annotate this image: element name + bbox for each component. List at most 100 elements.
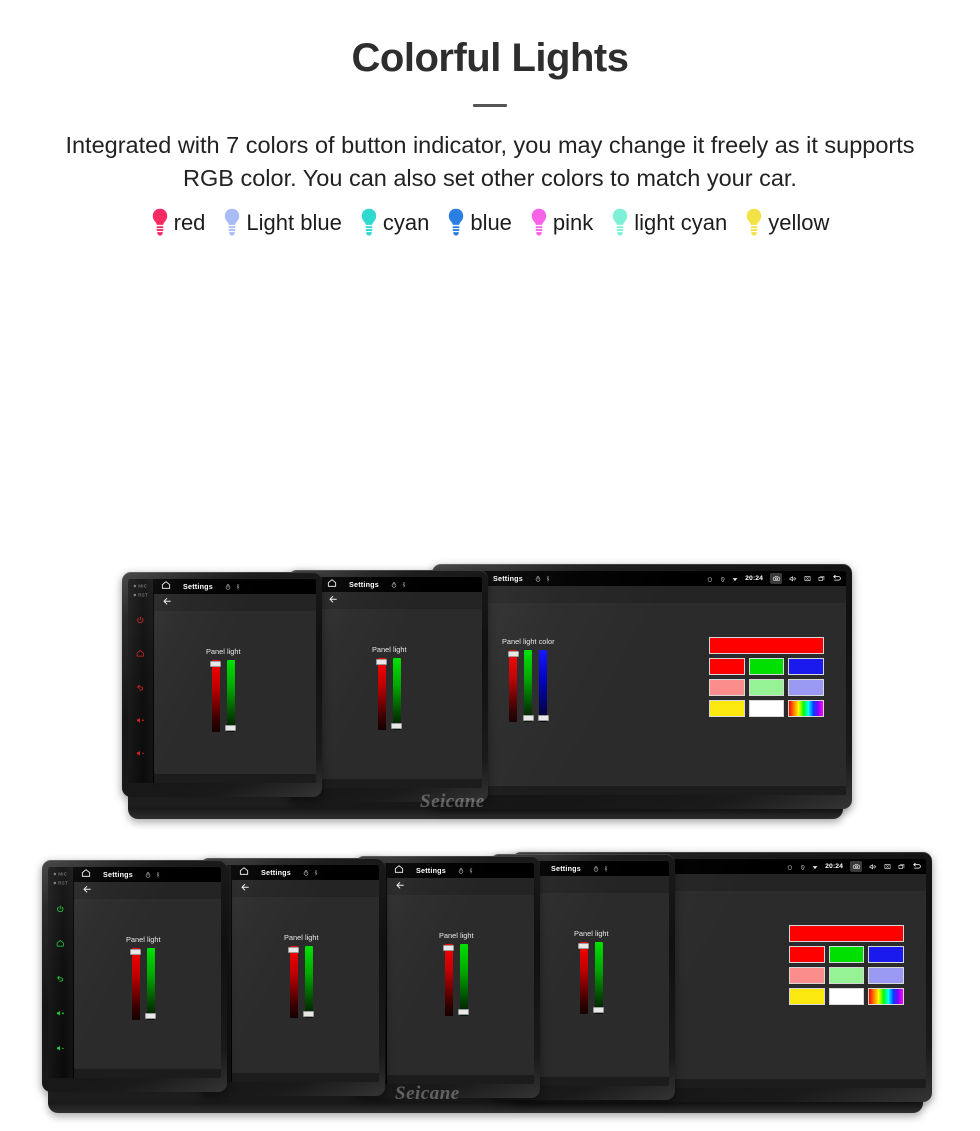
unit-yellow[interactable]: MICRSTSettings20:24Panel light color xyxy=(432,563,852,809)
recent-apps-button[interactable] xyxy=(818,571,825,588)
rgb-sliders[interactable] xyxy=(284,945,319,1018)
side-key-power[interactable] xyxy=(56,900,65,918)
recent-apps-button[interactable] xyxy=(898,859,905,876)
unit-cyan[interactable]: MICRSTSettingsPanel light xyxy=(200,857,385,1096)
palette-swatch-r1c1[interactable] xyxy=(748,678,785,696)
screen-content[interactable]: Panel light xyxy=(154,610,316,774)
status-bar-left[interactable]: Settings xyxy=(239,865,319,882)
screen-content[interactable]: Panel light xyxy=(320,608,482,779)
side-key-strip[interactable]: MIC RST xyxy=(128,578,154,783)
device-face[interactable]: MICRSTSettings20:24Panel light color xyxy=(438,570,846,795)
unit-green[interactable]: MIC RST Settings Panel light xyxy=(42,859,227,1092)
slider-red[interactable] xyxy=(288,945,300,1018)
side-key-volume-down[interactable] xyxy=(56,1039,65,1057)
slider-green[interactable] xyxy=(145,947,157,1020)
status-bar-left[interactable]: Settings xyxy=(394,863,474,880)
device-face[interactable]: MICRSTSettingsPanel light xyxy=(206,864,379,1082)
status-bar-left[interactable]: Settings xyxy=(81,867,161,884)
palette-swatch-r1c0[interactable] xyxy=(709,678,745,696)
screenshot-camera-button[interactable] xyxy=(850,860,862,872)
side-key-back[interactable] xyxy=(136,678,145,696)
device-screen[interactable]: Settings Panel light xyxy=(387,862,534,1084)
slider-thumb-green[interactable] xyxy=(225,724,237,731)
slider-thumb-red[interactable] xyxy=(507,650,519,657)
palette-swatch-r2c2[interactable] xyxy=(868,987,905,1005)
rgb-slider-group[interactable]: Panel light xyxy=(284,933,319,1018)
status-bar-right[interactable]: 20:24 xyxy=(707,571,841,586)
slider-red[interactable] xyxy=(443,943,455,1016)
palette-swatch-r0c2[interactable] xyxy=(868,945,905,963)
color-palette[interactable] xyxy=(789,924,905,1005)
volume-button[interactable] xyxy=(789,571,797,588)
slider-red[interactable] xyxy=(376,657,388,730)
back-arrow-button[interactable] xyxy=(328,591,339,609)
device-screen[interactable]: Settings Panel light xyxy=(522,860,669,1086)
slider-thumb-green[interactable] xyxy=(391,722,403,729)
palette-swatch-r0c0[interactable] xyxy=(789,945,825,963)
palette-swatch-r1c2[interactable] xyxy=(868,966,905,984)
rgb-sliders[interactable] xyxy=(439,943,474,1016)
close-app-button[interactable] xyxy=(884,859,891,876)
palette-swatch-r2c0[interactable] xyxy=(789,987,825,1005)
rgb-sliders[interactable] xyxy=(126,947,161,1020)
slider-thumb-red[interactable] xyxy=(288,946,300,953)
nav-back-button[interactable] xyxy=(912,859,922,876)
side-key-volume-up[interactable] xyxy=(56,1005,65,1023)
slider-thumb-green[interactable] xyxy=(303,1010,315,1017)
back-arrow-button[interactable] xyxy=(395,877,406,895)
slider-thumb-red[interactable] xyxy=(210,660,222,667)
device-face[interactable]: MICRST Settings Panel light xyxy=(48,866,221,1078)
nav-back-button[interactable] xyxy=(832,571,842,588)
slider-red[interactable] xyxy=(210,659,222,732)
slider-thumb-red[interactable] xyxy=(443,944,455,951)
slider-thumb-green[interactable] xyxy=(522,714,534,721)
back-arrow-button[interactable] xyxy=(162,593,173,611)
rgb-slider-group[interactable]: Panel light xyxy=(206,647,241,732)
side-keys[interactable] xyxy=(56,890,65,1078)
rgb-slider-group[interactable]: Panel light color xyxy=(502,637,555,722)
palette-preview[interactable] xyxy=(789,924,904,942)
home-button[interactable] xyxy=(239,865,249,882)
slider-green[interactable] xyxy=(303,945,315,1018)
back-arrow-button[interactable] xyxy=(82,881,93,899)
slider-green[interactable] xyxy=(458,943,470,1016)
device-face[interactable]: MICRST Settings Panel light xyxy=(128,578,316,783)
slider-red[interactable] xyxy=(507,649,519,722)
device-face[interactable]: MICRSTSettingsPanel light xyxy=(294,576,482,788)
side-keys[interactable] xyxy=(136,602,145,783)
rgb-sliders[interactable] xyxy=(206,659,241,732)
color-palette[interactable] xyxy=(709,636,825,717)
palette-swatch-r1c2[interactable] xyxy=(788,678,825,696)
home-button[interactable] xyxy=(161,579,171,596)
palette-swatch-r2c2[interactable] xyxy=(788,699,825,717)
side-key-volume-down[interactable] xyxy=(136,745,145,763)
rgb-slider-group[interactable]: Panel light xyxy=(574,929,609,1014)
slider-red[interactable] xyxy=(130,947,142,1020)
palette-swatch-r0c0[interactable] xyxy=(709,657,745,675)
side-key-strip[interactable]: MIC RST xyxy=(48,866,74,1078)
status-bar-right[interactable]: 20:24 xyxy=(787,859,921,874)
status-bar-left[interactable]: Settings xyxy=(529,861,609,878)
side-key-home[interactable] xyxy=(56,935,65,953)
palette-swatch-r2c1[interactable] xyxy=(748,699,785,717)
rgb-slider-group[interactable]: Panel light xyxy=(372,645,407,730)
slider-blue[interactable] xyxy=(537,649,549,722)
rgb-sliders[interactable] xyxy=(502,649,555,722)
palette-swatch-r0c1[interactable] xyxy=(748,657,785,675)
side-key-power[interactable] xyxy=(136,611,145,629)
device-screen[interactable]: Settings Panel light xyxy=(74,866,221,1078)
palette-swatch-r0c2[interactable] xyxy=(788,657,825,675)
side-key-home[interactable] xyxy=(136,645,145,663)
palette-swatch-r0c1[interactable] xyxy=(828,945,865,963)
slider-thumb-green[interactable] xyxy=(593,1006,605,1013)
home-button[interactable] xyxy=(327,577,337,594)
slider-green[interactable] xyxy=(391,657,403,730)
screen-content[interactable]: Panel light xyxy=(74,898,221,1069)
status-bar-left[interactable]: Settings xyxy=(161,579,241,596)
side-key-back[interactable] xyxy=(56,970,65,988)
side-key-volume-up[interactable] xyxy=(136,712,145,730)
home-button[interactable] xyxy=(394,863,404,880)
slider-green[interactable] xyxy=(225,659,237,732)
rgb-sliders[interactable] xyxy=(372,657,407,730)
slider-thumb-blue[interactable] xyxy=(537,714,549,721)
